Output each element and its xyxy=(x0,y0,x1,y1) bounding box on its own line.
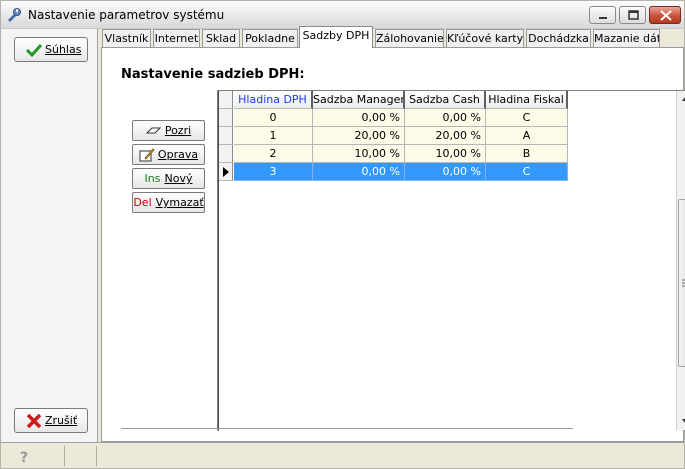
tab-pokladne[interactable]: Pokladne xyxy=(242,29,298,48)
status-separator xyxy=(64,446,65,466)
scroll-down-icon[interactable] xyxy=(677,413,685,429)
pencil-icon xyxy=(139,147,155,162)
cell-manager: 0,00 % xyxy=(313,109,405,127)
cell-level: 1 xyxy=(234,127,313,145)
cell-level: 0 xyxy=(234,109,313,127)
tab-dochadzka[interactable]: Dochádzka xyxy=(526,29,591,48)
current-row-indicator xyxy=(219,163,233,181)
tab-pane-sadzby-dph: Nastavenie sadzieb DPH: Pozri Oprava Ins… xyxy=(101,47,685,442)
tab-klucove-karty[interactable]: Kľúčové karty xyxy=(446,29,524,48)
view-button[interactable]: Pozri xyxy=(132,120,205,141)
minimize-button[interactable] xyxy=(589,6,616,24)
scroll-up-icon[interactable] xyxy=(677,91,685,107)
new-shortcut: Ins xyxy=(144,172,161,185)
cell-fiskal: B xyxy=(486,145,568,163)
cell-cash: 10,00 % xyxy=(405,145,486,163)
cell-cash: 0,00 % xyxy=(405,109,486,127)
grid-bottom-line xyxy=(121,428,573,429)
current-row-arrow-icon xyxy=(223,167,229,177)
tab-mazanie-dat[interactable]: Mazanie dát xyxy=(593,29,660,48)
cancel-button[interactable]: Zrušiť xyxy=(14,408,88,433)
cell-cash: 0,00 % xyxy=(405,163,486,181)
status-bar: ? xyxy=(1,442,684,468)
glasses-icon xyxy=(145,124,162,138)
column-header-hladina-fiskal[interactable]: Hladina Fiskal xyxy=(486,91,568,109)
new-label: Nový xyxy=(164,172,193,185)
grid-scrollbar[interactable] xyxy=(676,91,685,430)
row-indicator xyxy=(219,145,233,163)
tab-zalohovanie[interactable]: Zálohovanie xyxy=(375,29,444,48)
delete-label: Vymazať xyxy=(155,196,204,209)
cell-level: 3 xyxy=(234,163,313,181)
ok-label: Súhlas xyxy=(45,43,82,56)
ok-button[interactable]: Súhlas xyxy=(14,37,88,62)
header-indicator xyxy=(219,91,233,109)
window-title: Nastavenie parametrov systému xyxy=(28,8,225,22)
column-header-sadzba-manager[interactable]: Sadzba Manager xyxy=(313,91,405,109)
cell-manager: 20,00 % xyxy=(313,127,405,145)
svg-text:?: ? xyxy=(20,450,28,464)
tab-sklad[interactable]: Sklad xyxy=(202,29,240,48)
new-button[interactable]: Ins Nový xyxy=(132,168,205,189)
tab-vlastnik[interactable]: Vlastník xyxy=(102,29,151,48)
delete-shortcut: Del xyxy=(133,196,152,209)
close-button[interactable] xyxy=(649,6,681,24)
scroll-thumb[interactable] xyxy=(678,199,685,367)
column-header-sadzba-cash[interactable]: Sadzba Cash xyxy=(405,91,486,109)
x-icon xyxy=(25,413,43,429)
cell-fiskal: A xyxy=(486,127,568,145)
status-separator xyxy=(96,446,97,466)
cell-fiskal: C xyxy=(486,109,568,127)
edit-button[interactable]: Oprava xyxy=(132,144,205,165)
section-title: Nastavenie sadzieb DPH: xyxy=(121,67,305,82)
tab-sadzby-dph[interactable]: Sadzby DPH xyxy=(299,26,373,48)
maximize-button[interactable] xyxy=(619,6,646,24)
wrench-icon xyxy=(6,7,22,23)
view-label: Pozri xyxy=(164,124,192,137)
tab-internet[interactable]: Internet xyxy=(153,29,200,48)
delete-button[interactable]: Del Vymazať xyxy=(132,192,205,213)
cell-fiskal: C xyxy=(486,163,568,181)
settings-window: Nastavenie parametrov systému Súhlas Zru… xyxy=(0,0,685,469)
left-panel: Súhlas Zrušiť xyxy=(1,29,98,442)
cell-manager: 0,00 % xyxy=(313,163,405,181)
title-bar[interactable]: Nastavenie parametrov systému xyxy=(1,1,684,29)
vat-rates-grid[interactable]: Hladina DPH Sadzba Manager Sadzba Cash H… xyxy=(217,90,685,431)
column-header-hladina-dph[interactable]: Hladina DPH xyxy=(234,91,313,109)
cell-cash: 20,00 % xyxy=(405,127,486,145)
cancel-label: Zrušiť xyxy=(45,414,78,427)
cell-level: 2 xyxy=(234,145,313,163)
cell-manager: 10,00 % xyxy=(313,145,405,163)
row-indicator xyxy=(219,127,233,145)
help-icon[interactable]: ? xyxy=(17,448,33,466)
edit-label: Oprava xyxy=(157,148,199,161)
row-indicator xyxy=(219,109,233,127)
check-icon xyxy=(25,42,43,58)
